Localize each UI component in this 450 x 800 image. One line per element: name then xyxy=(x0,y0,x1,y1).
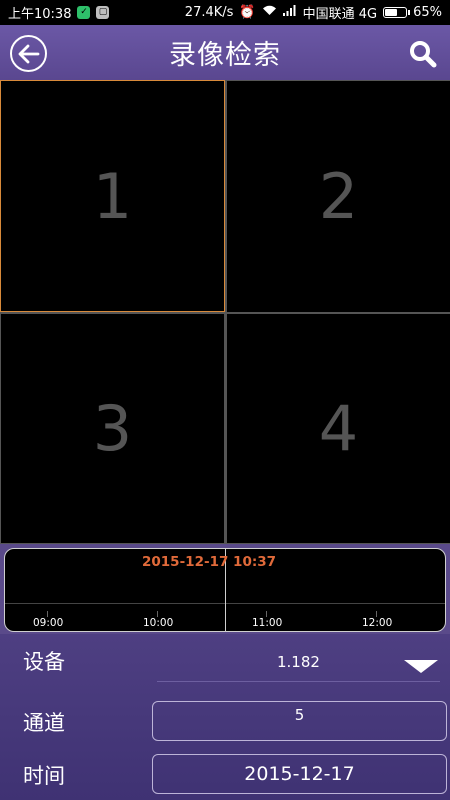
video-cell-number: 2 xyxy=(318,160,359,233)
channel-field[interactable]: 5 xyxy=(152,701,447,741)
back-arrow-icon xyxy=(18,44,39,63)
video-cell-1[interactable]: 1 xyxy=(0,80,225,312)
date-field[interactable]: 2015-12-17 xyxy=(152,754,447,794)
battery-icon xyxy=(383,7,411,18)
battery-fill xyxy=(385,9,398,16)
time-label: 时间 xyxy=(23,764,65,788)
status-time: 上午10:38 xyxy=(8,7,72,22)
header-bar: 录像检索 xyxy=(0,25,450,80)
playback-timeline[interactable]: 2015-12-17 10:37 09:00 10:00 11:00 12:00 xyxy=(4,548,446,632)
timeline-container: 2015-12-17 10:37 09:00 10:00 11:00 12:00 xyxy=(0,544,450,634)
video-cell-3[interactable]: 3 xyxy=(1,314,224,543)
carrier-label: 中国联通 4G xyxy=(302,7,378,22)
network-speed: 27.4K/s xyxy=(184,5,234,20)
search-button[interactable] xyxy=(408,39,438,69)
video-cell-number: 3 xyxy=(92,392,133,465)
back-button[interactable] xyxy=(10,35,47,72)
tick-label: 12:00 xyxy=(362,617,393,629)
tick-label: 09:00 xyxy=(33,617,64,629)
timeline-current-datetime: 2015-12-17 10:37 xyxy=(142,554,277,570)
video-cell-number: 4 xyxy=(318,392,359,465)
video-cell-number: 1 xyxy=(92,159,133,233)
wifi-icon xyxy=(262,5,277,20)
device-underline xyxy=(157,681,440,682)
search-form: 设备 1.182 通道 5 时间 2015-12-17 xyxy=(0,634,450,800)
page-title: 录像检索 xyxy=(169,40,281,71)
video-cell-4[interactable]: 4 xyxy=(227,314,450,543)
chevron-down-icon[interactable] xyxy=(404,660,438,673)
device-select-value[interactable]: 1.182 xyxy=(277,653,320,671)
video-cell-2[interactable]: 2 xyxy=(227,81,450,312)
tick-label: 11:00 xyxy=(252,617,283,629)
channel-label: 通道 xyxy=(23,711,65,735)
video-grid: 1 2 3 4 xyxy=(0,80,450,544)
app-notification-icon: ▢ xyxy=(96,6,110,19)
alarm-icon: ⏰ xyxy=(239,5,256,20)
battery-percent: 65% xyxy=(413,5,442,20)
signal-icon xyxy=(282,5,297,20)
status-bar: 上午10:38 ✓ ▢ 27.4K/s ⏰ 中国联通 4G 65% xyxy=(0,0,450,25)
shield-icon: ✓ xyxy=(77,6,91,19)
device-label: 设备 xyxy=(23,650,65,674)
search-icon xyxy=(410,41,437,68)
tick-label: 10:00 xyxy=(143,617,174,629)
